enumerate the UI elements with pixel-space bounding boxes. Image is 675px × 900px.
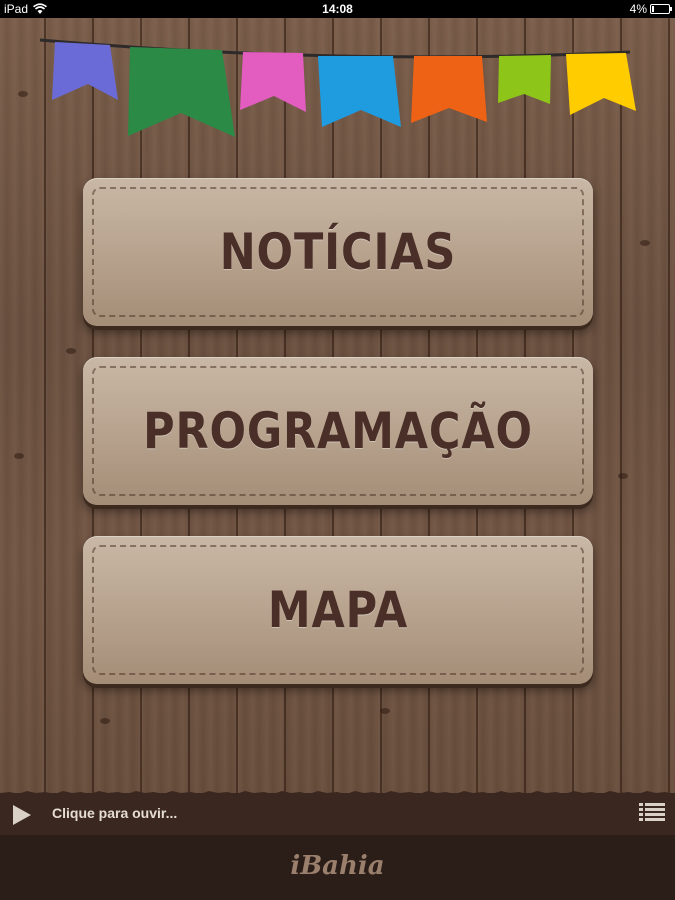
- mapa-button[interactable]: MAPA: [83, 536, 593, 684]
- noticias-button[interactable]: NOTÍCIAS: [83, 178, 593, 326]
- status-bar: iPad 14:08 4%: [0, 0, 675, 18]
- clock: 14:08: [322, 2, 353, 16]
- bunting-flag: [498, 55, 551, 104]
- listen-hint[interactable]: Clique para ouvir...: [52, 805, 177, 821]
- list-icon[interactable]: [639, 801, 665, 823]
- ibahia-logo: iBahia: [290, 851, 385, 881]
- bunting-flag: [411, 56, 487, 123]
- bunting-flag: [128, 47, 235, 137]
- bunting-flag: [318, 56, 401, 127]
- bunting-flag: [52, 42, 118, 100]
- mapa-label: MAPA: [267, 581, 409, 639]
- noticias-label: NOTÍCIAS: [219, 223, 457, 281]
- footer: iBahia: [0, 835, 675, 900]
- programacao-button[interactable]: PROGRAMAÇÃO: [83, 357, 593, 505]
- bunting-flag: [566, 53, 636, 115]
- programacao-label: PROGRAMAÇÃO: [143, 402, 533, 460]
- battery-percentage: 4%: [629, 2, 647, 16]
- play-icon[interactable]: [13, 805, 31, 825]
- bunting-decoration: [39, 38, 636, 137]
- battery-icon: [650, 4, 672, 14]
- audio-player-bar: Clique para ouvir...: [0, 793, 675, 835]
- bunting-flag: [240, 52, 306, 112]
